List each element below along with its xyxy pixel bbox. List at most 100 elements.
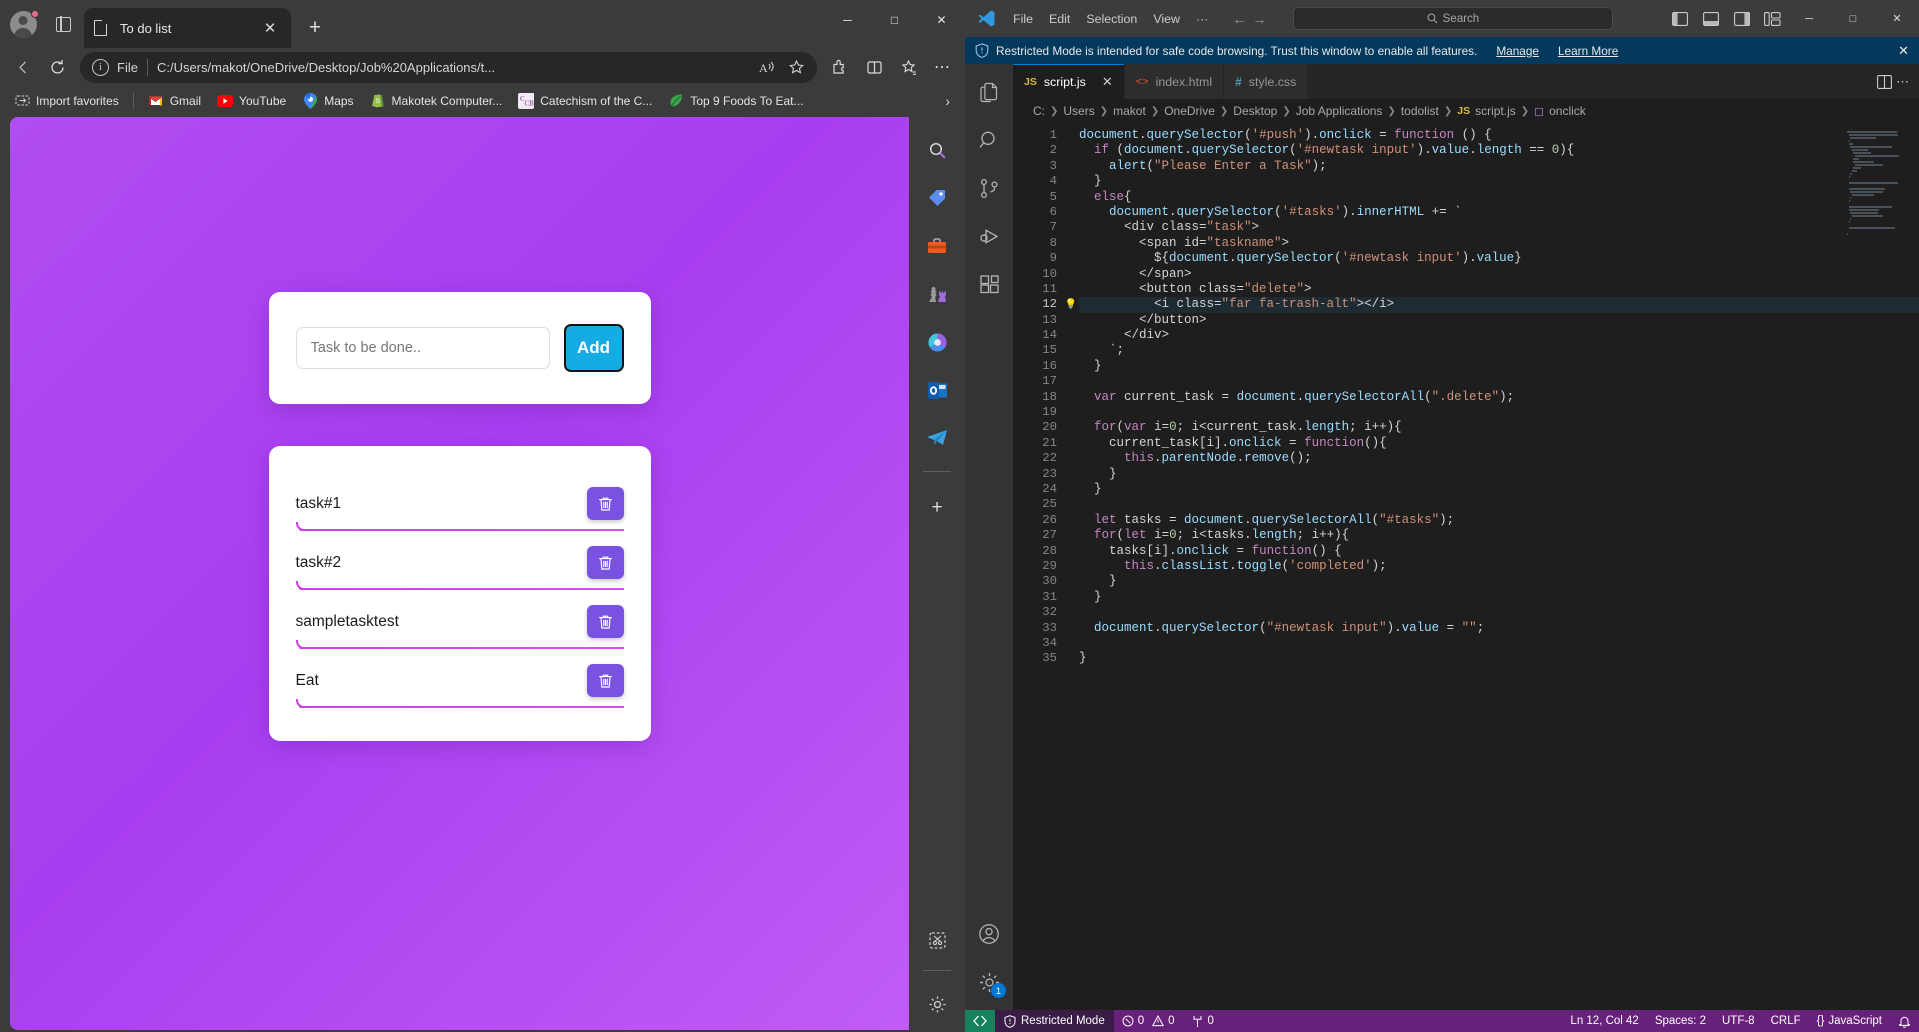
code-line[interactable]: else{ — [1079, 190, 1919, 205]
bookmark-top9foods[interactable]: Top 9 Foods To Eat... — [661, 89, 810, 112]
activitybar-search[interactable] — [965, 116, 1013, 164]
code-line[interactable]: <i class="far fa-trash-alt"></i> — [1079, 297, 1919, 312]
code-line[interactable] — [1079, 374, 1919, 389]
banner-close-icon[interactable]: ✕ — [1898, 43, 1909, 59]
extensions-icon[interactable] — [823, 52, 857, 83]
problems-status[interactable]: 0 0 — [1114, 1010, 1183, 1032]
code-line[interactable] — [1079, 636, 1919, 651]
notifications-status[interactable] — [1890, 1010, 1919, 1032]
delete-task-button[interactable] — [587, 605, 624, 638]
address-url-text[interactable]: C:/Users/makot/OneDrive/Desktop/Job%20Ap… — [157, 60, 751, 75]
browser-tab[interactable]: To do list ✕ — [84, 8, 291, 48]
site-info-icon[interactable]: i — [92, 59, 109, 76]
code-line[interactable]: if (document.querySelector('#newtask inp… — [1079, 143, 1919, 158]
vscode-minimize-button[interactable]: ─ — [1787, 0, 1831, 37]
bookmark-youtube[interactable]: YouTube — [210, 89, 293, 112]
sidebar-telegram-icon[interactable] — [919, 420, 955, 456]
code-line[interactable]: document.querySelector('#tasks').innerHT… — [1079, 205, 1919, 220]
editor-scrollbar[interactable] — [1905, 123, 1919, 1010]
code-line[interactable]: } — [1079, 590, 1919, 605]
menu-file[interactable]: File — [1005, 8, 1041, 30]
code-line[interactable]: this.classList.toggle('completed'); — [1079, 559, 1919, 574]
code-line[interactable]: for(let i=0; i<tasks.length; i++){ — [1079, 528, 1919, 543]
tab-actions-button[interactable] — [46, 0, 80, 48]
activitybar-explorer[interactable] — [965, 68, 1013, 116]
close-window-button[interactable]: ✕ — [918, 0, 965, 40]
menu-selection[interactable]: Selection — [1078, 8, 1145, 30]
task-row[interactable]: sampletasktest — [296, 599, 624, 649]
activitybar-manage-settings[interactable]: 1 — [965, 958, 1013, 1006]
arrow-right-icon[interactable]: → — [1252, 11, 1266, 27]
sidebar-copilot-icon[interactable] — [919, 324, 955, 360]
menu-more[interactable]: ··· — [1188, 8, 1216, 30]
task-row[interactable]: task#1 — [296, 481, 624, 531]
maximize-button[interactable]: □ — [871, 0, 918, 40]
settings-icon[interactable] — [919, 986, 955, 1022]
close-tab-icon[interactable]: ✕ — [259, 17, 281, 39]
banner-manage-link[interactable]: Manage — [1496, 44, 1539, 58]
star-icon[interactable] — [781, 53, 811, 81]
code-content[interactable]: document.querySelector('#push').onclick … — [1079, 123, 1919, 1010]
remote-window-button[interactable] — [965, 1010, 995, 1032]
activitybar-run-and-debug[interactable] — [965, 212, 1013, 260]
sidebar-games-icon[interactable] — [919, 276, 955, 312]
code-line[interactable]: <div class="task"> — [1079, 220, 1919, 235]
split-editor-icon[interactable] — [1877, 75, 1892, 89]
read-aloud-icon[interactable]: A — [751, 53, 781, 81]
sidebar-outlook-icon[interactable] — [919, 372, 955, 408]
address-bar[interactable]: i File C:/Users/makot/OneDrive/Desktop/J… — [80, 52, 817, 83]
collections-icon[interactable] — [891, 52, 925, 83]
task-row[interactable]: task#2 — [296, 540, 624, 590]
vscode-search-box[interactable]: Search — [1293, 7, 1613, 30]
code-line[interactable]: } — [1079, 467, 1919, 482]
quick-fix-lightbulb-icon[interactable]: 💡 — [1065, 298, 1077, 313]
ports-status[interactable]: 0 — [1183, 1010, 1222, 1032]
breadcrumb-item[interactable]: todolist — [1401, 104, 1439, 118]
breadcrumb-item[interactable]: Job Applications — [1296, 104, 1383, 118]
code-line[interactable]: </div> — [1079, 328, 1919, 343]
editor-tab-index-html[interactable]: <> index.html — [1125, 64, 1224, 99]
bookmark-maps[interactable]: Maps — [295, 89, 360, 112]
arrow-left-icon[interactable]: ← — [1232, 11, 1246, 27]
breadcrumb-item[interactable]: script.js — [1475, 104, 1516, 118]
new-task-input[interactable] — [296, 327, 550, 369]
vscode-maximize-button[interactable]: □ — [1831, 0, 1875, 37]
bookmark-makotek[interactable]: S Makotek Computer... — [363, 89, 510, 112]
code-line[interactable]: alert("Please Enter a Task"); — [1079, 159, 1919, 174]
breadcrumb-item[interactable]: Users — [1063, 104, 1094, 118]
menu-view[interactable]: View — [1145, 8, 1188, 30]
delete-task-button[interactable] — [587, 546, 624, 579]
restricted-mode-status[interactable]: Restricted Mode — [995, 1010, 1114, 1032]
code-line[interactable]: } — [1079, 482, 1919, 497]
code-editor[interactable]: 123456789101112💡131415161718192021222324… — [1013, 123, 1919, 1010]
code-line[interactable] — [1079, 605, 1919, 620]
code-line[interactable]: } — [1079, 174, 1919, 189]
minimize-button[interactable]: ─ — [824, 0, 871, 40]
code-line[interactable]: } — [1079, 574, 1919, 589]
delete-task-button[interactable] — [587, 487, 624, 520]
code-line[interactable]: </button> — [1079, 313, 1919, 328]
vscode-close-button[interactable]: ✕ — [1875, 0, 1919, 37]
bookmarks-overflow-button[interactable]: › — [937, 93, 958, 109]
code-line[interactable]: <button class="delete"> — [1079, 282, 1919, 297]
profile-button[interactable] — [0, 0, 46, 48]
banner-learn-more-link[interactable]: Learn More — [1558, 44, 1618, 58]
task-row[interactable]: Eat — [296, 658, 624, 708]
screenshot-icon[interactable] — [919, 922, 955, 958]
split-screen-icon[interactable] — [857, 52, 891, 83]
editor-tab-script-js[interactable]: JS script.js ✕ — [1013, 64, 1125, 99]
code-line[interactable]: } — [1079, 651, 1919, 666]
code-line[interactable]: } — [1079, 359, 1919, 374]
back-icon[interactable] — [6, 52, 40, 83]
code-line[interactable]: let tasks = document.querySelectorAll("#… — [1079, 513, 1919, 528]
add-sidebar-button[interactable]: + — [919, 490, 955, 526]
encoding-status[interactable]: UTF-8 — [1714, 1010, 1763, 1032]
code-line[interactable]: current_task[i].onclick = function(){ — [1079, 436, 1919, 451]
eol-status[interactable]: CRLF — [1763, 1010, 1809, 1032]
toggle-panel-icon[interactable] — [1697, 6, 1725, 32]
more-actions-icon[interactable]: ⋯ — [1896, 74, 1909, 90]
language-mode-status[interactable]: {} JavaScript — [1809, 1010, 1890, 1032]
bookmark-catechism[interactable]: CCB Catechism of the C... — [511, 89, 659, 112]
activitybar-source-control[interactable] — [965, 164, 1013, 212]
bookmark-gmail[interactable]: Gmail — [141, 89, 208, 112]
